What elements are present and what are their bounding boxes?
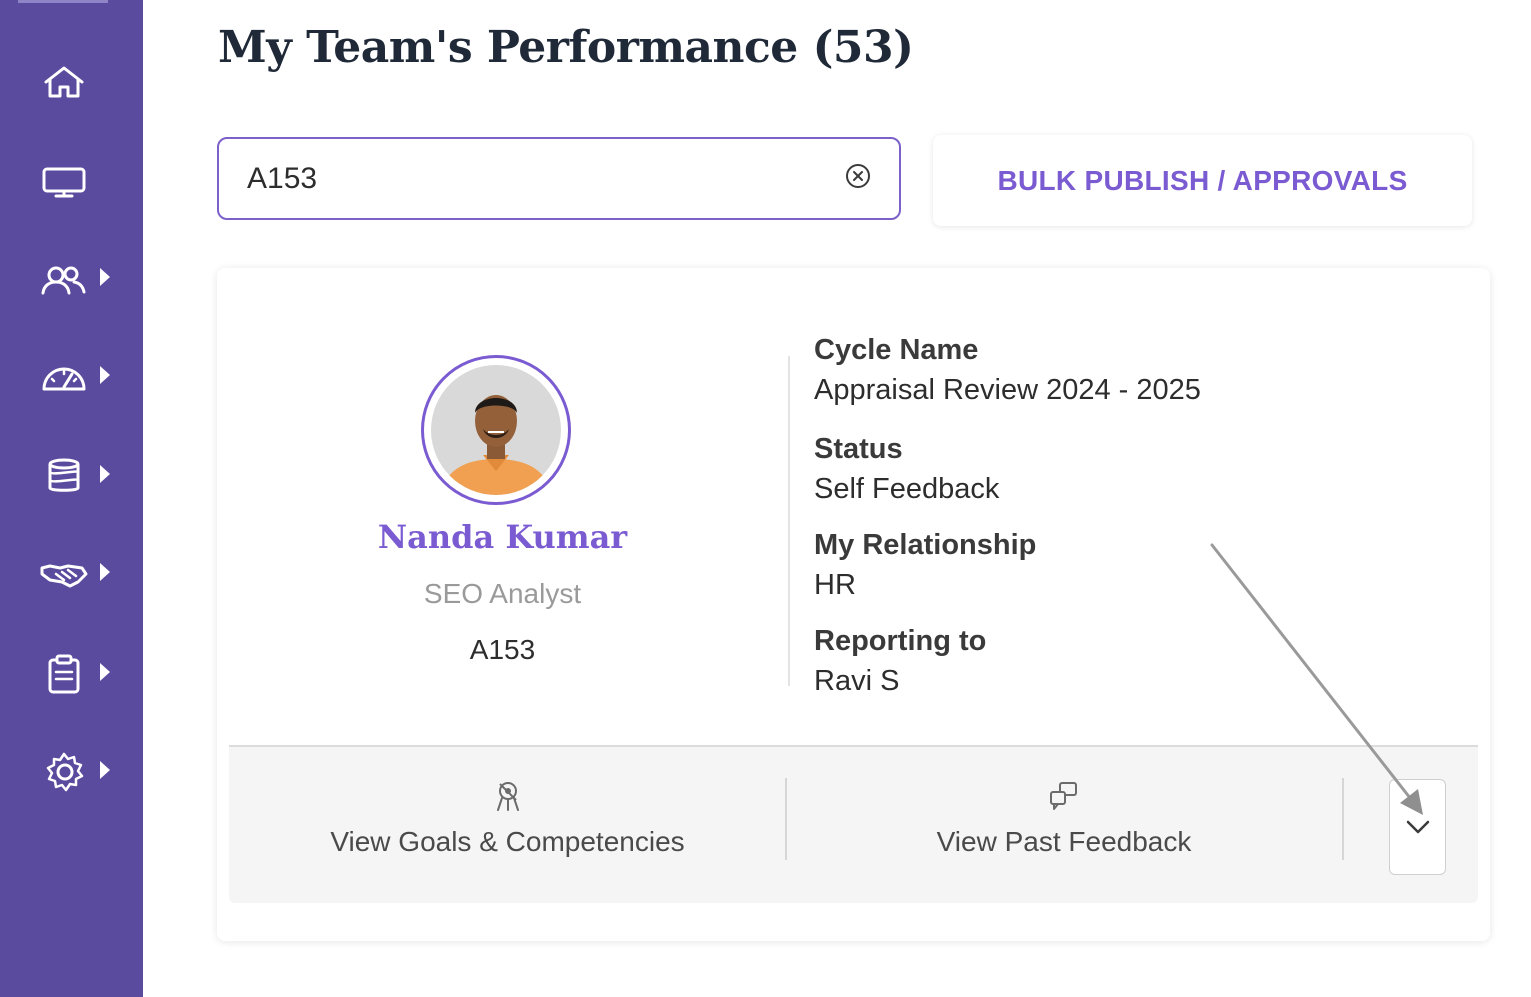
- settings-icon: [38, 752, 90, 792]
- feedback-icon: [1046, 778, 1082, 814]
- employee-id: A153: [469, 634, 536, 665]
- bulk-publish-approvals-button[interactable]: BULK PUBLISH / APPROVALS: [933, 135, 1472, 226]
- caret-right-icon: [98, 364, 112, 386]
- team-icon: [38, 259, 90, 299]
- goals-icon: [490, 778, 526, 814]
- view-goals-competencies-button[interactable]: View Goals & Competencies: [300, 772, 715, 872]
- employee-name[interactable]: Nanda Kumar: [330, 518, 675, 556]
- database-icon: [38, 456, 90, 496]
- sidebar-item-handshake[interactable]: [0, 542, 143, 602]
- sidebar-item-database[interactable]: [0, 444, 143, 504]
- sidebar-item-settings[interactable]: [0, 740, 143, 800]
- caret-right-icon: [98, 266, 112, 288]
- avatar: [421, 355, 571, 505]
- view-past-feedback-button[interactable]: View Past Feedback: [905, 772, 1223, 872]
- status-value: Self Feedback: [814, 473, 1000, 505]
- action-divider: [1342, 778, 1344, 860]
- view-goals-competencies-label: View Goals & Competencies: [330, 826, 685, 857]
- bulk-publish-approvals-label: BULK PUBLISH / APPROVALS: [997, 164, 1408, 196]
- sidebar-item-clipboard[interactable]: [0, 642, 143, 702]
- chevron-down-icon: [1406, 820, 1429, 834]
- monitor-icon: [38, 161, 90, 201]
- reporting-to-label: Reporting to: [814, 625, 987, 657]
- sidebar-top-indicator: [18, 0, 108, 3]
- relationship-value: HR: [814, 569, 856, 601]
- sidebar-item-dashboard[interactable]: [0, 345, 143, 405]
- handshake-icon: [38, 554, 90, 594]
- view-past-feedback-label: View Past Feedback: [936, 826, 1192, 857]
- employee-role: SEO Analyst: [423, 578, 582, 609]
- search-input[interactable]: [247, 159, 807, 199]
- dashboard-gauge-icon: [38, 357, 90, 397]
- avatar-photo: [431, 365, 561, 495]
- sidebar-item-home[interactable]: [0, 50, 143, 110]
- status-label: Status: [814, 433, 903, 465]
- page-title: My Team's Performance (53): [218, 22, 914, 73]
- caret-right-icon: [98, 661, 112, 683]
- caret-right-icon: [98, 759, 112, 781]
- card-divider: [788, 356, 790, 686]
- cycle-name-label: Cycle Name: [814, 334, 979, 366]
- home-icon: [38, 62, 90, 102]
- clear-circle-icon[interactable]: [843, 161, 873, 191]
- caret-right-icon: [98, 463, 112, 485]
- sidebar: [0, 0, 143, 997]
- action-divider: [785, 778, 787, 860]
- relationship-label: My Relationship: [814, 529, 1037, 561]
- cycle-name-value: Appraisal Review 2024 - 2025: [814, 374, 1201, 406]
- caret-right-icon: [98, 561, 112, 583]
- reporting-to-value: Ravi S: [814, 665, 900, 697]
- search-box[interactable]: [217, 137, 901, 220]
- clipboard-icon: [38, 654, 90, 694]
- sidebar-item-team[interactable]: [0, 247, 143, 307]
- expand-card-button[interactable]: [1389, 779, 1446, 875]
- sidebar-item-monitor[interactable]: [0, 149, 143, 209]
